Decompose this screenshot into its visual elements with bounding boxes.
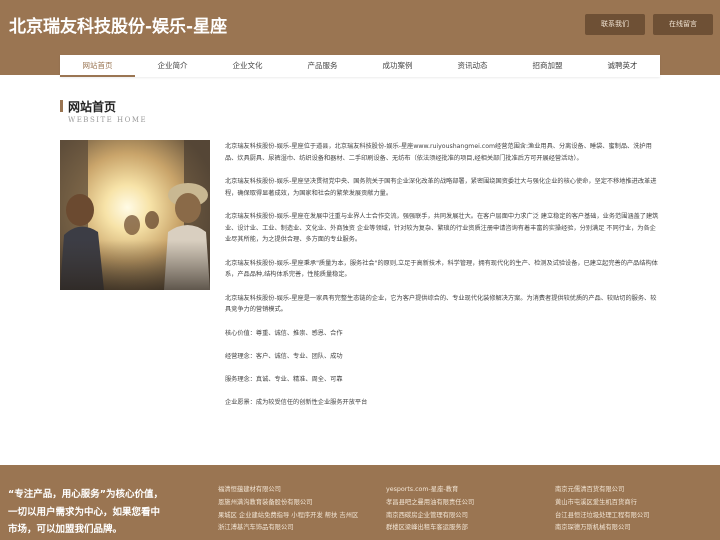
- contact-us-button[interactable]: 联系我们: [585, 14, 645, 35]
- section-title: 网站首页: [68, 100, 117, 114]
- nav-item-home[interactable]: 网站首页: [60, 55, 135, 77]
- core-values-line: 核心价值：尊重、诚信、推崇、感恩、合作: [225, 329, 343, 337]
- intro-paragraph: 北京瑞友科技股份-娱乐-星座秉承"质量为本，服务社会"的原则,立足于高新技术，科…: [225, 259, 658, 279]
- nav-item-culture[interactable]: 企业文化: [210, 55, 285, 77]
- intro-paragraph: 北京瑞友科技股份-娱乐-星座位于道县，北京瑞友科技股份-娱乐-星座www.rui…: [225, 143, 652, 162]
- friends-car-image: [60, 140, 210, 290]
- main-nav: 网站首页 企业简介 企业文化 产品服务 成功案例 资讯动态 招商加盟 诚聘英才: [60, 55, 660, 77]
- footer-links-col1: 福清恒蕴建材有限公司 恩施州满沟教育装备股份有限公司 果城区 企业建站免费指导 …: [218, 484, 358, 535]
- nav-item-about[interactable]: 企业简介: [135, 55, 210, 77]
- intro-paragraph: 北京瑞友科技股份-娱乐-星座是一家具有完整生态链的企业，它为客户提供综合的、专业…: [225, 294, 657, 314]
- footer-link[interactable]: 南京元儒清百货有限公司: [555, 484, 649, 497]
- footer-link[interactable]: 南京琛德万斯机械有限公司: [555, 522, 649, 535]
- section-accent-bar: [60, 100, 63, 112]
- footer-link[interactable]: 黄山市屯溪区爱生机百货商行: [555, 497, 649, 510]
- footer-links-col2: yesports.com-星座-教育 孝昌县吧之曼用油有限责任公司 南京西碳房企…: [386, 484, 474, 535]
- business-philosophy-line: 经营理念：客户、诚信、专业、团队、成功: [225, 352, 343, 360]
- service-philosophy-line: 服务理念：真诚、专业、精准、周全、可靠: [225, 375, 343, 383]
- intro-paragraph: 北京瑞友科技股份-娱乐-星座坚决贯彻党中央、国务院关于国有企业深化改革的战略部署…: [225, 178, 657, 197]
- footer-link[interactable]: yesports.com-星座-教育: [386, 484, 474, 497]
- nav-item-news[interactable]: 资讯动态: [435, 55, 510, 77]
- footer-slogan: “专注产品，用心服务”为核心价值，一切以用户需求为中心，如果您看中市场，可以加盟…: [8, 489, 163, 535]
- footer-link[interactable]: 果城区 企业建站免费指导 小程序开发 帮扶 吉州区: [218, 510, 358, 523]
- intro-paragraph: 北京瑞友科技股份-娱乐-星座在发展中注重与业界人士合作交流，强强联手，共同发展壮…: [225, 213, 659, 243]
- nav-item-services[interactable]: 产品服务: [285, 55, 360, 77]
- footer-link[interactable]: 群楼区梁峰出租车客运服务部: [386, 522, 474, 535]
- friends-car-photo: [60, 140, 210, 290]
- section-subtitle: WEBSITE HOME: [68, 116, 148, 124]
- vision-line: 企业愿景：成为较受信任的创新性企业服务开放平台: [225, 398, 368, 406]
- nav-item-cases[interactable]: 成功案例: [360, 55, 435, 77]
- nav-item-careers[interactable]: 诚聘英才: [585, 55, 660, 77]
- footer-link[interactable]: 孝昌县吧之曼用油有限责任公司: [386, 497, 474, 510]
- nav-item-franchise[interactable]: 招商加盟: [510, 55, 585, 77]
- footer-link[interactable]: 浙江溥基汽车饰品有限公司: [218, 522, 358, 535]
- intro-content: 北京瑞友科技股份-娱乐-星座位于道县，北京瑞友科技股份-娱乐-星座www.rui…: [225, 141, 661, 420]
- site-title[interactable]: 北京瑞友科技股份-娱乐-星座: [9, 12, 227, 37]
- online-message-button[interactable]: 在线留言: [653, 14, 713, 35]
- footer-link[interactable]: 台江县恒汪垃圾处理工程有限公司: [555, 510, 649, 523]
- footer-links-col3: 南京元儒清百货有限公司 黄山市屯溪区爱生机百货商行 台江县恒汪垃圾处理工程有限公…: [555, 484, 649, 535]
- footer-link[interactable]: 恩施州满沟教育装备股份有限公司: [218, 497, 358, 510]
- footer-link[interactable]: 南京西碳房企业管理有限公司: [386, 510, 474, 523]
- footer-link[interactable]: 福清恒蕴建材有限公司: [218, 484, 358, 497]
